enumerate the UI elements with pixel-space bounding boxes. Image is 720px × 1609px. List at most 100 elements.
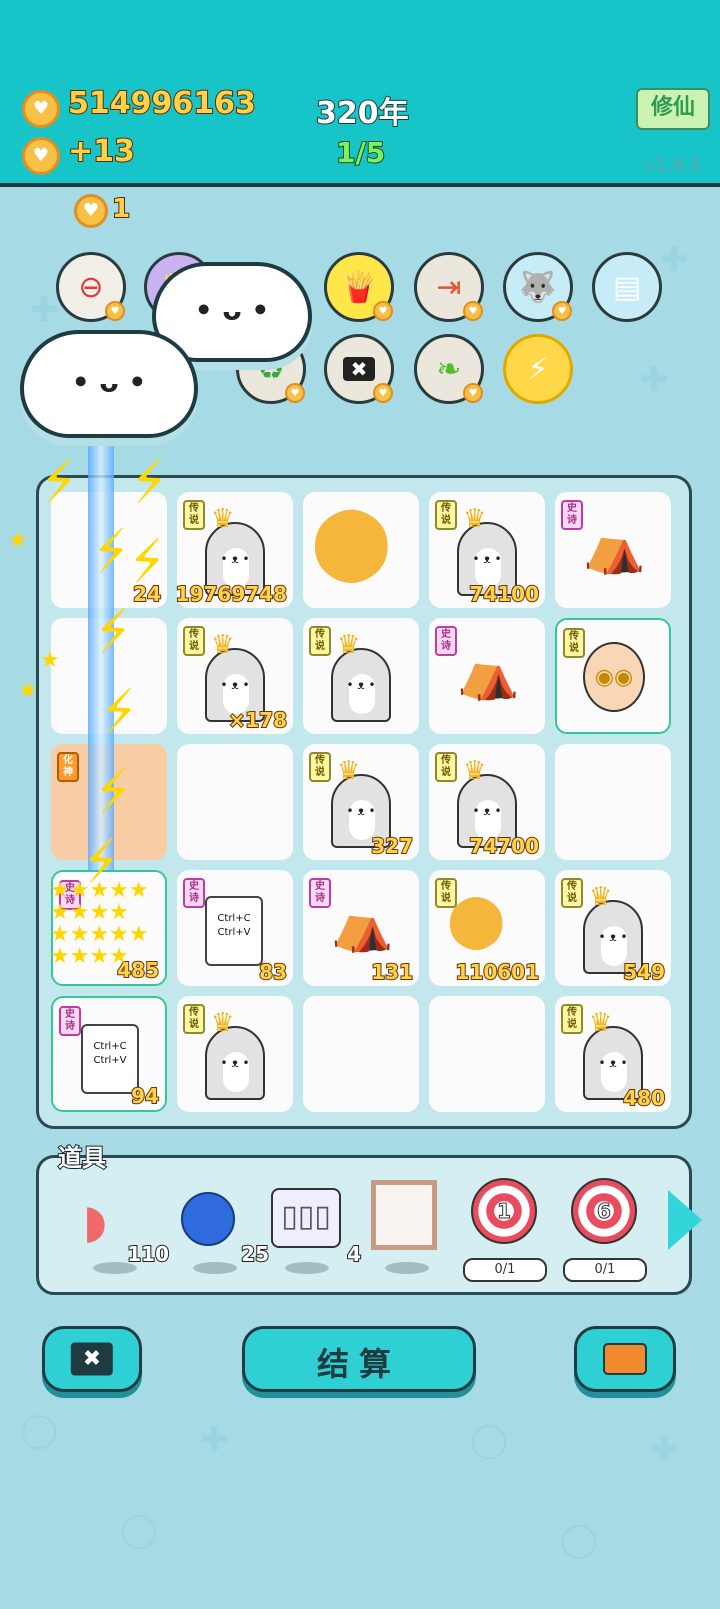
star-sparkle-icon: ★ — [18, 678, 38, 703]
floating-gain: 1 — [111, 193, 131, 225]
settle-button[interactable]: 结算 — [242, 1326, 476, 1392]
grid-cell[interactable]: 传说 • ᴥ • ♛ 327 — [303, 744, 419, 860]
cell-count: 74100 — [468, 581, 540, 607]
cell-count: 94 — [130, 1083, 160, 1109]
skip-forward-skill[interactable]: ⇥ ♥ — [414, 252, 484, 322]
coin-badge-icon: ♥ — [373, 383, 393, 403]
coin-badge-icon: ♥ — [463, 301, 483, 321]
grid-cell[interactable]: 传说 • ᴥ • ♛ — [303, 618, 419, 734]
xiuxian-button[interactable]: 修仙 — [636, 88, 710, 130]
item-count: 4 — [346, 1241, 362, 1267]
briefcase-icon — [603, 1343, 647, 1375]
settle-label: 结算 — [316, 1345, 401, 1383]
grid-cell[interactable]: 传说 • ᴥ • ♛ 480 — [555, 996, 671, 1112]
blue-ball-icon — [181, 1192, 235, 1246]
skirt-skill[interactable]: ▤ — [592, 252, 662, 322]
coin-badge-icon: ♥ — [285, 383, 305, 403]
crown-icon: ♛ — [337, 756, 361, 786]
grid-cell[interactable]: 传说 • ᴥ • ♛ 19769748 — [175, 492, 293, 608]
crown-icon: ♛ — [463, 504, 487, 534]
grid-cell[interactable]: 史诗 Ctrl+C Ctrl+V 94 — [51, 996, 167, 1112]
cancel-tag-skill[interactable]: ✖ ♥ — [324, 334, 394, 404]
cell-count: ×178 — [227, 707, 287, 733]
fries-icon: 🍟 — [340, 269, 378, 305]
grid-cell[interactable] — [303, 996, 419, 1112]
bg-decoration: ✚ — [650, 1430, 679, 1470]
paper-text: Ctrl+V — [217, 927, 251, 938]
legend-tag: 传说 — [309, 752, 331, 782]
grid-cell[interactable]: 传说 • ᴥ • ♛ ×178 — [177, 618, 293, 734]
grid-cell[interactable]: 史诗 ⛺ — [555, 492, 671, 608]
item-liver[interactable]: ◗ 110 — [79, 1188, 170, 1274]
grid-cell[interactable]: 传说 ⬤ 110601 — [429, 870, 545, 986]
legend-tag: 传说 — [435, 500, 457, 530]
cell-count: 131 — [370, 959, 414, 985]
grid-cell[interactable]: 传说 • ᴥ • ♛ — [177, 996, 293, 1112]
item-count: 110 — [126, 1241, 170, 1267]
grid-cell[interactable] — [555, 744, 671, 860]
scroll-right-arrow-icon[interactable] — [668, 1190, 702, 1250]
grid-cell[interactable]: ⬤ — [303, 492, 419, 608]
items-panel: ◗ 110 25 ▯▯▯ 4 1 0/1 6 0/1 — [36, 1155, 692, 1295]
target-6-icon[interactable]: 6 — [571, 1178, 637, 1244]
gold-rate-icon: ♥ — [22, 137, 60, 175]
target-6-progress: 0/1 — [563, 1258, 647, 1282]
grid-cell[interactable]: 传说 ◉◉ — [555, 618, 671, 734]
crown-icon: ♛ — [211, 504, 235, 534]
crown-icon: ♛ — [589, 1008, 613, 1038]
legend-tag: 传说 — [563, 628, 585, 658]
cell-count: 480 — [622, 1085, 666, 1111]
liver-icon: ◗ — [83, 1194, 108, 1248]
triple-slot-icon: ▯▯▯ — [271, 1188, 341, 1248]
grid-cell[interactable]: 史诗 ⛺ 131 — [303, 870, 419, 986]
cancel-button[interactable]: ✖ — [42, 1326, 142, 1392]
grid-cell[interactable] — [429, 996, 545, 1112]
cell-count: 549 — [622, 959, 666, 985]
cell-count: 83 — [258, 959, 288, 985]
target-1-progress: 0/1 — [463, 1258, 547, 1282]
legend-tag: 传说 — [183, 626, 205, 656]
epic-tag: 史诗 — [561, 500, 583, 530]
crown-icon: ♛ — [337, 630, 361, 660]
grid-cell[interactable]: 传说 • ᴥ • ♛ 74700 — [429, 744, 545, 860]
item-frame[interactable] — [371, 1180, 451, 1274]
paper-text: Ctrl+C — [217, 913, 251, 924]
version-label: v1.9.3 — [644, 155, 701, 176]
frame-icon — [371, 1180, 437, 1250]
coin-pile-icon: ⬤ — [447, 890, 506, 950]
paper-text: Ctrl+C — [93, 1041, 127, 1052]
coin-badge-icon: ♥ — [105, 301, 125, 321]
gold-rate: +13 — [67, 133, 136, 170]
grid-cell[interactable]: 史诗 Ctrl+C Ctrl+V 83 — [177, 870, 293, 986]
bg-decoration: ✚ — [640, 360, 669, 400]
item-triple-slot[interactable]: ▯▯▯ 4 — [271, 1188, 362, 1274]
minus-coin-skill[interactable]: ⊖ ♥ — [56, 252, 126, 322]
rabbit-house-icon: ⛺ — [457, 644, 520, 702]
item-blue-ball[interactable]: 25 — [179, 1188, 270, 1274]
inventory-button[interactable] — [574, 1326, 676, 1392]
top-status-bar: ♥ 514996163 ♥ +13 320年 1/5 修仙 v1.9.3 — [0, 0, 720, 187]
grid-cell[interactable]: 传说 • ᴥ • ♛ 74100 — [429, 492, 545, 608]
lightning-skill[interactable]: ⚡ — [503, 334, 573, 404]
gold-coin-icon: ♥ — [22, 90, 60, 128]
crown-icon: ♛ — [211, 1008, 235, 1038]
epic-tag: 史诗 — [59, 1006, 81, 1036]
grid-cell[interactable]: 传说 • ᴥ • ♛ 549 — [555, 870, 671, 986]
cancel-tag-icon: ✖ — [342, 357, 376, 381]
target-1-icon[interactable]: 1 — [471, 1178, 537, 1244]
grid-cell[interactable] — [177, 744, 293, 860]
grid-cell[interactable]: 史诗 ⛺ — [429, 618, 545, 734]
bg-decoration: ◯ — [20, 1410, 59, 1450]
legend-tag: 传说 — [435, 752, 457, 782]
floating-coin-icon: ♥ — [74, 194, 108, 228]
gold-total: 514996163 — [67, 85, 257, 122]
leaf-skill[interactable]: ❧ ♥ — [414, 334, 484, 404]
husky-icon: 🐺 — [519, 269, 557, 305]
fries-skill-2[interactable]: 🍟 ♥ — [324, 252, 394, 322]
rabbit-house-icon: ⛺ — [331, 896, 394, 954]
husky-skill[interactable]: 🐺 ♥ — [503, 252, 573, 322]
cell-count: 19769748 — [175, 581, 288, 607]
coin-pile-icon: ⬤ — [311, 498, 392, 582]
cancel-tag-icon: ✖ — [70, 1342, 114, 1376]
realm-tag: 化神 — [57, 752, 79, 782]
